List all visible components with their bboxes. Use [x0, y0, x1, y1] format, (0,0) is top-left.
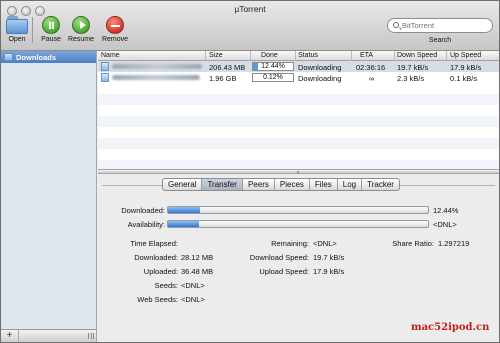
share-ratio-label: Share Ratio:: [392, 239, 434, 248]
empty-row: [98, 138, 499, 149]
sidebar-item-label: Downloads: [16, 53, 57, 62]
downloaded-bar-label: Downloaded:: [121, 206, 165, 215]
torrent-size: 1.96 GB: [209, 74, 237, 83]
column-header-up-speed[interactable]: Up Speed: [450, 52, 481, 59]
download-speed-label: Download Speed:: [249, 253, 309, 262]
torrent-done: 12.44%: [252, 62, 294, 71]
resume-label: Resume: [67, 36, 95, 43]
web-seeds-value: <DNL>: [181, 295, 205, 304]
empty-row: [98, 116, 499, 127]
blurred-torrent-name: [112, 75, 200, 80]
pause-label: Pause: [41, 36, 61, 43]
column-header-eta[interactable]: ETA: [360, 52, 373, 59]
torrent-status: Downloading: [298, 74, 342, 83]
detail-pane: General Transfer Peers Pieces Files Log …: [98, 174, 499, 342]
torrent-size: 206.43 MB: [209, 63, 246, 72]
torrent-down-speed: 19.7 kB/s: [397, 63, 429, 72]
web-seeds-label: Web Seeds:: [137, 295, 178, 304]
torrent-row[interactable]: 206.43 MB 12.44% Downloading 02:36:16 19…: [98, 61, 499, 72]
upload-speed-value: 17.9 kB/s: [313, 267, 345, 276]
seeds-label: Seeds:: [154, 281, 178, 290]
tab-peers[interactable]: Peers: [243, 179, 275, 190]
file-icon: [101, 62, 109, 71]
sidebar-item-downloads[interactable]: Downloads: [1, 51, 96, 63]
torrent-up-speed: 17.9 kB/s: [450, 63, 482, 72]
downloaded-progress-fill: [168, 207, 201, 213]
torrent-eta: ∞: [369, 74, 375, 83]
empty-row: [98, 94, 499, 105]
column-header-status[interactable]: Status: [298, 52, 318, 59]
utorrent-window: µTorrent Open Pause Resume Remove Search…: [0, 0, 500, 343]
search-field[interactable]: [387, 18, 493, 33]
availability-value: <DNL>: [433, 220, 457, 229]
resize-grip-icon[interactable]: [88, 333, 94, 339]
tab-files[interactable]: Files: [310, 179, 338, 190]
remaining-value: <DNL>: [313, 239, 337, 248]
resume-button[interactable]: Resume: [66, 16, 96, 43]
torrent-row[interactable]: 1.96 GB 0.12% Downloading ∞ 2.3 kB/s 0.1…: [98, 72, 499, 83]
downloaded-progress-bar: [167, 206, 429, 214]
torrent-status: Downloading: [298, 63, 342, 72]
folder-icon: [4, 53, 13, 61]
pause-button[interactable]: Pause: [38, 16, 64, 43]
empty-row: [98, 160, 499, 169]
torrent-list[interactable]: Name Size Done Status ETA Down Speed Up …: [98, 51, 499, 169]
tab-general[interactable]: General: [163, 179, 203, 190]
availability-fill: [168, 221, 200, 227]
tab-pieces[interactable]: Pieces: [275, 179, 310, 190]
search-input[interactable]: [402, 20, 490, 31]
column-header-name[interactable]: Name: [101, 52, 120, 59]
remove-icon: [106, 16, 124, 34]
availability-bar: [167, 220, 429, 228]
column-header-size[interactable]: Size: [209, 52, 223, 59]
sidebar: Downloads: [1, 51, 97, 329]
tab-log[interactable]: Log: [338, 179, 363, 190]
detail-tabs: General Transfer Peers Pieces Files Log …: [162, 178, 400, 191]
torrent-done: 0.12%: [252, 73, 294, 82]
window-title: µTorrent: [234, 4, 266, 14]
column-header-done[interactable]: Done: [261, 52, 278, 59]
toolbar: µTorrent Open Pause Resume Remove Search: [1, 1, 499, 51]
upload-speed-label: Upload Speed:: [259, 267, 309, 276]
search-icon: [393, 22, 399, 28]
downloaded-stat-label: Downloaded:: [134, 253, 178, 262]
blurred-torrent-name: [112, 64, 202, 69]
remove-label: Remove: [101, 36, 129, 43]
remaining-label: Remaining:: [271, 239, 309, 248]
play-icon: [72, 16, 90, 34]
column-header-down-speed[interactable]: Down Speed: [397, 52, 437, 59]
open-button[interactable]: Open: [5, 16, 29, 43]
downloaded-percent: 12.44%: [433, 206, 459, 215]
torrent-up-speed: 0.1 kB/s: [450, 74, 478, 83]
uploaded-stat-label: Uploaded:: [143, 267, 178, 276]
tab-transfer[interactable]: Transfer: [202, 179, 243, 190]
open-label: Open: [8, 36, 26, 43]
sidebar-bottom-bar: +: [1, 329, 97, 342]
torrent-down-speed: 2.3 kB/s: [397, 74, 425, 83]
download-speed-value: 19.7 kB/s: [313, 253, 345, 262]
toolbar-divider: [32, 17, 33, 43]
seeds-value: <DNL>: [181, 281, 205, 290]
remove-button[interactable]: Remove: [100, 16, 130, 43]
list-header: Name Size Done Status ETA Down Speed Up …: [98, 51, 499, 61]
time-elapsed-label: Time Elapsed:: [130, 239, 178, 248]
pause-icon: [42, 16, 60, 34]
file-icon: [101, 73, 109, 82]
add-button[interactable]: +: [1, 330, 19, 342]
search-label: Search: [428, 37, 452, 44]
tab-tracker[interactable]: Tracker: [362, 179, 399, 190]
watermark: mac52ipod.cn: [411, 322, 490, 333]
availability-bar-label: Availability:: [127, 220, 165, 229]
splitter-handle-icon: [297, 171, 299, 173]
folder-icon: [6, 16, 28, 34]
share-ratio-value: 1.297219: [438, 239, 470, 248]
torrent-eta: 02:36:16: [356, 63, 386, 72]
